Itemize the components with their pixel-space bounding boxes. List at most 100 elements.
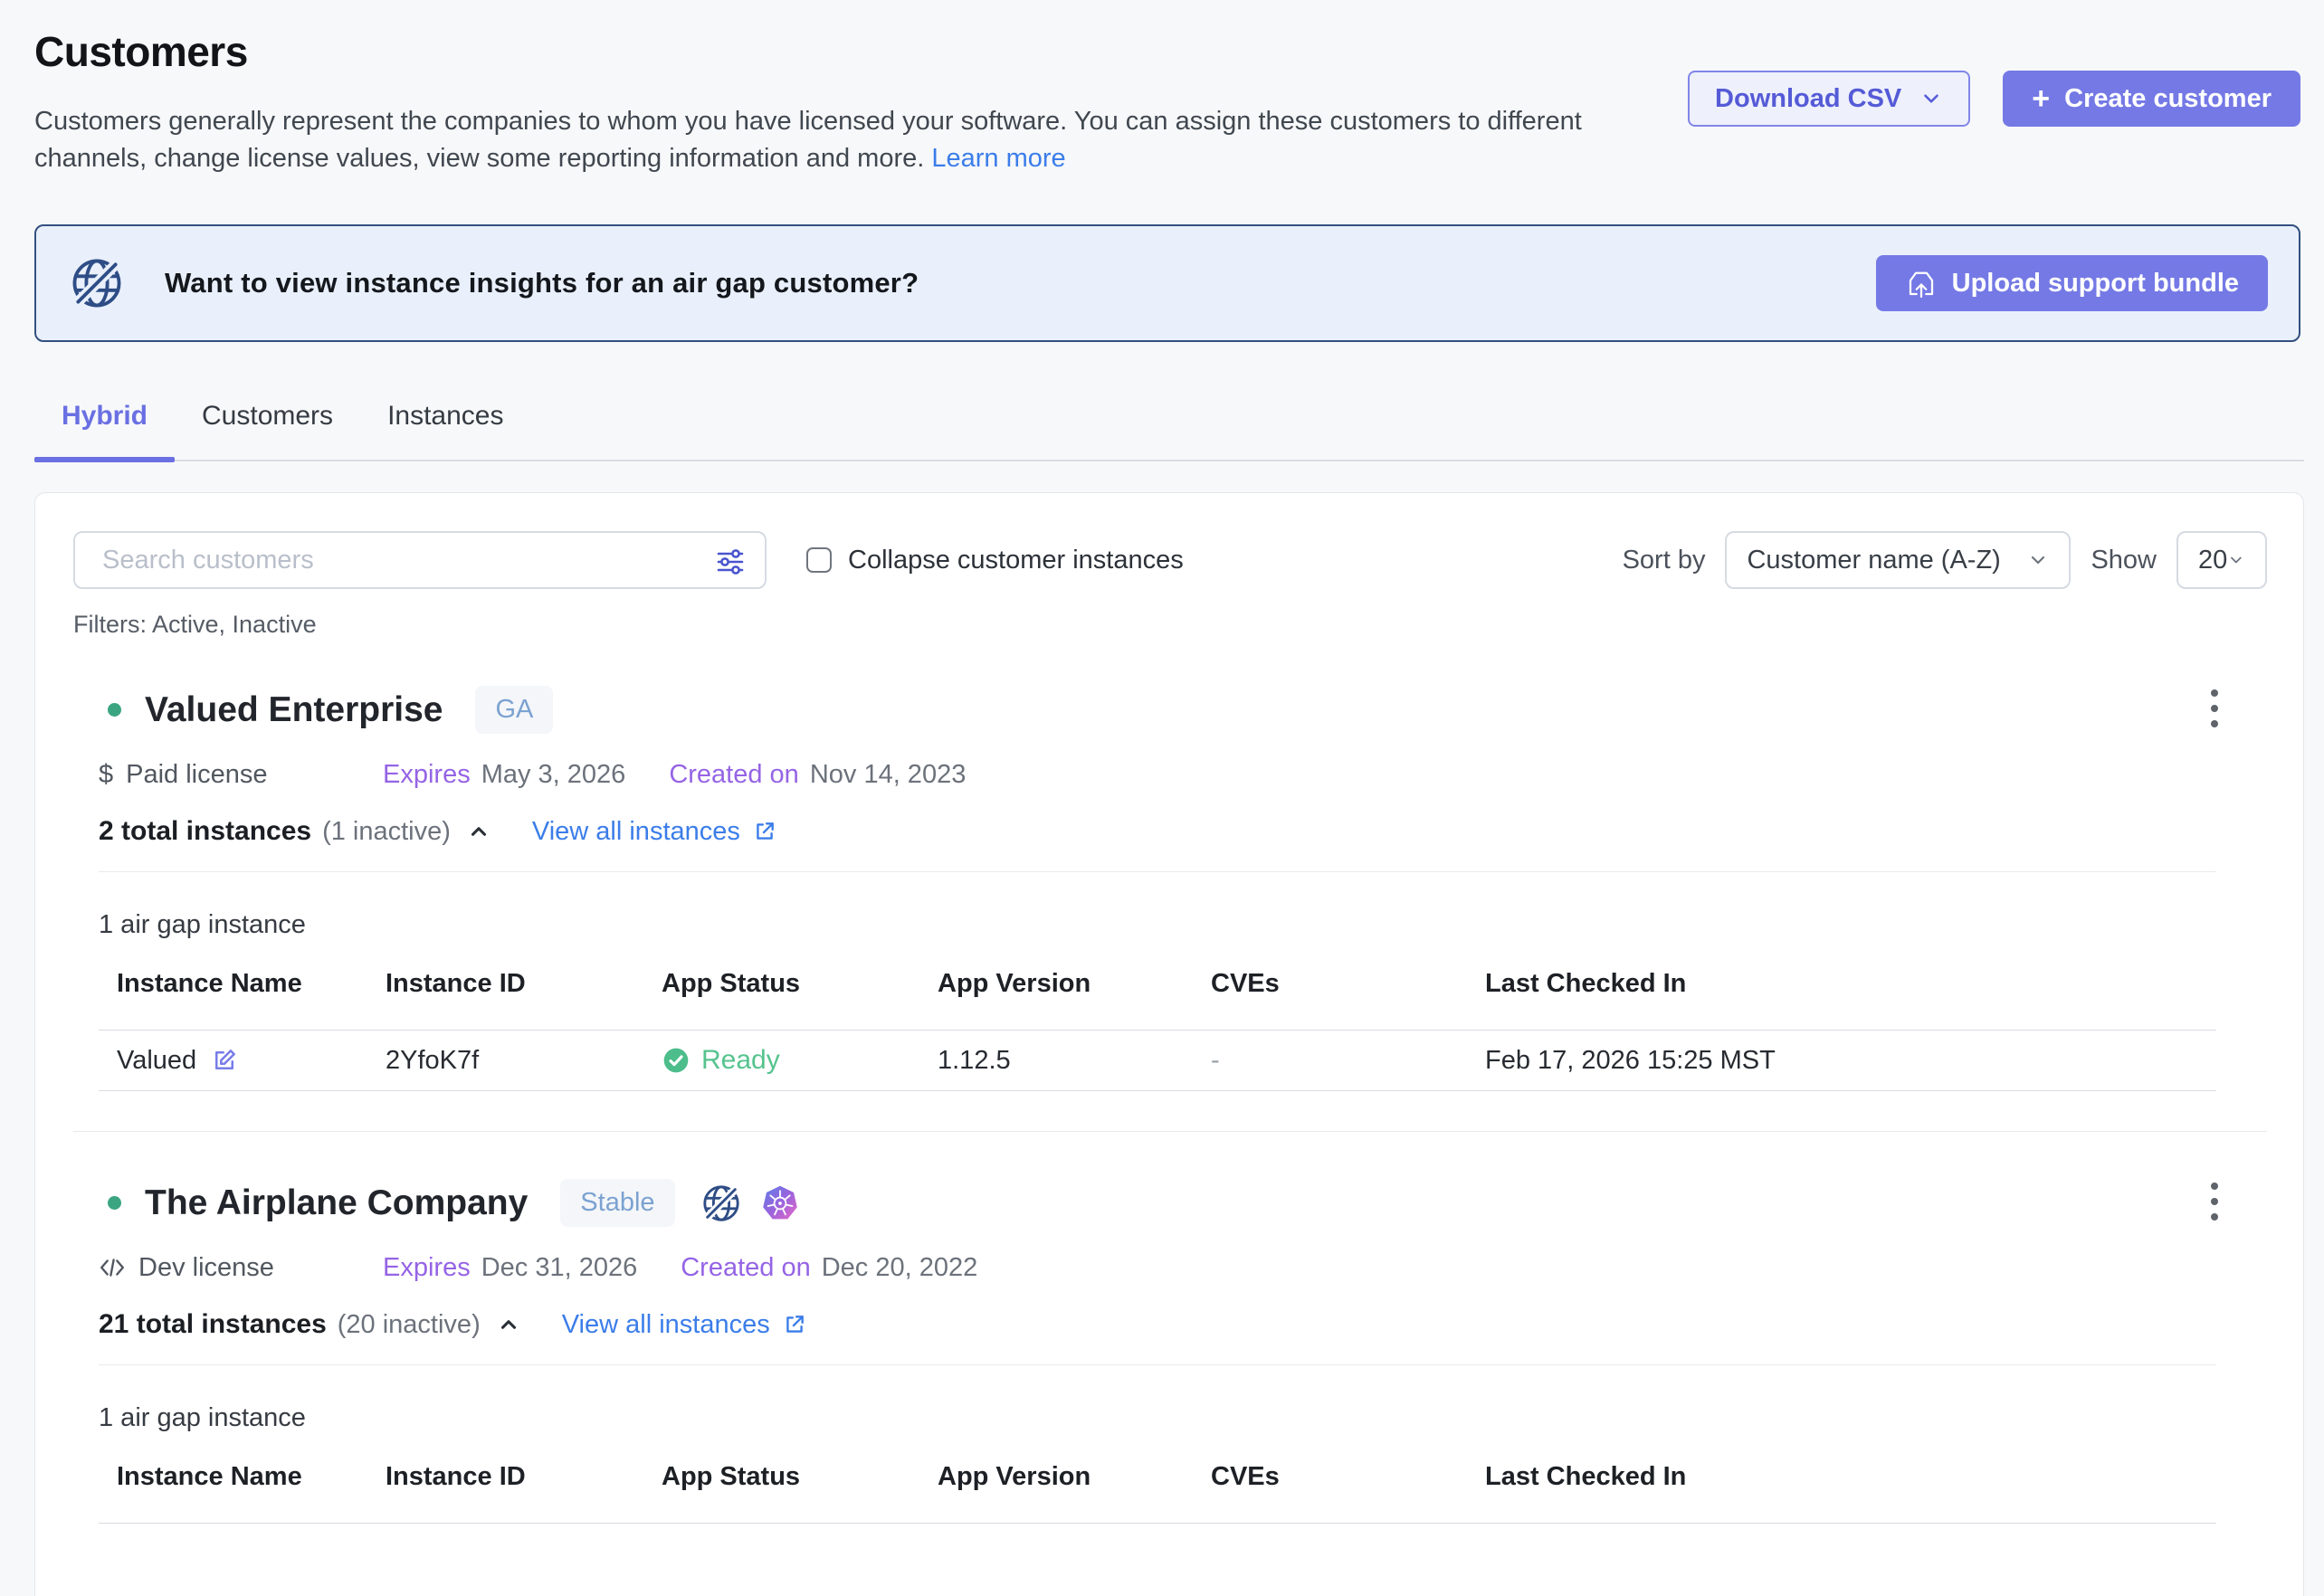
capability-icons [700,1183,800,1224]
last-checked-in: Feb 17, 2026 15:25 MST [1485,1046,2216,1076]
total-instances: 2 total instances [99,815,311,848]
airgap-instance-heading: 1 air gap instance [99,910,2267,940]
customers-card: Collapse customer instances Sort by Cust… [34,492,2304,1596]
created-value: Nov 14, 2023 [810,759,967,790]
air-gap-globe-icon [700,1183,742,1224]
license-type-label: Paid license [126,759,267,790]
airgap-instance-heading: 1 air gap instance [99,1403,2267,1433]
column-header-instance-name: Instance Name [117,1462,386,1492]
created-label: Created on [681,1252,811,1283]
filters-summary: Filters: Active, Inactive [73,611,2267,639]
tab-hybrid[interactable]: Hybrid [34,400,175,460]
created-group: Created on Nov 14, 2023 [669,759,966,790]
cves-value: - [1211,1046,1485,1076]
app-status-cell: Ready [662,1045,938,1076]
learn-more-link[interactable]: Learn more [931,144,1065,173]
table-header-row: Instance Name Instance ID App Status App… [99,969,2216,1030]
inactive-count: (1 inactive) [322,815,451,848]
expires-value: Dec 31, 2026 [481,1252,638,1283]
dollar-icon: $ [99,759,113,790]
show-label: Show [2091,546,2157,575]
customer-menu-button[interactable] [2202,1173,2227,1232]
instance-name-cell: Valued [117,1046,386,1076]
list-controls: Collapse customer instances Sort by Cust… [73,531,2267,589]
column-header-app-status: App Status [662,969,938,999]
app-version: 1.12.5 [938,1046,1211,1076]
instance-row: Valued 2YfoK7f Ready 1.12.5 - Feb 17, 20… [99,1030,2216,1091]
create-customer-label: Create customer [2064,84,2272,114]
sort-by-label: Sort by [1623,546,1706,575]
instance-name: Valued [117,1046,196,1076]
collapse-section-button[interactable] [465,818,492,845]
column-header-instance-name: Instance Name [117,969,386,999]
tab-instances[interactable]: Instances [360,400,530,460]
customer-name[interactable]: The Airplane Company [145,1179,528,1228]
customer-menu-button[interactable] [2202,680,2227,739]
view-all-instances-link[interactable]: View all instances [562,1308,806,1341]
instances-table: Instance Name Instance ID App Status App… [99,1462,2216,1524]
banner-title: Want to view instance insights for an ai… [165,267,919,299]
filter-sliders-icon[interactable] [714,546,747,578]
chevron-up-icon [497,1313,520,1336]
search-box [73,531,767,589]
external-link-icon [753,820,776,843]
customer-section-valued-enterprise: Valued Enterprise GA $ Paid license Expi… [73,680,2267,1091]
column-header-last-checked-in: Last Checked In [1485,969,2216,999]
license-type-label: Dev license [138,1252,274,1283]
created-value: Dec 20, 2022 [822,1252,978,1283]
collapse-section-button[interactable] [495,1311,522,1338]
channel-badge: Stable [560,1179,674,1227]
sort-select[interactable]: Customer name (A-Z) [1725,531,2071,589]
chevron-down-icon [2227,549,2245,571]
search-input[interactable] [75,546,765,575]
header-actions: Download CSV + Create customer [1688,71,2300,127]
chevron-up-icon [467,820,491,843]
table-header-row: Instance Name Instance ID App Status App… [99,1462,2216,1524]
code-icon [99,1256,126,1279]
view-all-instances-label: View all instances [532,815,740,848]
external-link-icon [783,1313,806,1336]
download-csv-button[interactable]: Download CSV [1688,71,1970,127]
page-description-text: Customers generally represent the compan… [34,107,1582,173]
show-select[interactable]: 20 [2176,531,2267,589]
instances-summary-row: 2 total instances (1 inactive) View all … [99,815,2267,848]
instances-summary-row: 21 total instances (20 inactive) View al… [99,1308,2267,1341]
page-header: Customers Customers generally represent … [0,0,2324,177]
sort-select-value: Customer name (A-Z) [1747,546,2000,575]
upload-support-bundle-button[interactable]: Upload support bundle [1876,255,2268,311]
customer-header-row: Valued Enterprise GA [99,680,2267,739]
customer-meta-row: $ Paid license Expires May 3, 2026 Creat… [99,759,2267,790]
create-customer-button[interactable]: + Create customer [2003,71,2300,127]
air-gap-globe-icon [69,255,125,311]
instances-table: Instance Name Instance ID App Status App… [99,969,2216,1091]
page-title: Customers [34,27,2300,76]
more-vertical-icon [2209,688,2220,729]
collapse-instances-checkbox[interactable] [806,547,832,573]
column-header-cves: CVEs [1211,1462,1485,1492]
download-csv-label: Download CSV [1715,84,1901,114]
column-header-app-version: App Version [938,1462,1211,1492]
expires-label: Expires [383,1252,471,1283]
license-type: $ Paid license [99,759,383,790]
view-all-instances-link[interactable]: View all instances [532,815,776,848]
chevron-down-icon [1919,87,1943,110]
column-header-last-checked-in: Last Checked In [1485,1462,2216,1492]
edit-icon[interactable] [211,1047,238,1074]
customer-name[interactable]: Valued Enterprise [145,686,443,735]
expires-label: Expires [383,759,471,790]
more-vertical-icon [2209,1181,2220,1222]
instance-id: 2YfoK7f [386,1046,662,1076]
kubernetes-icon [760,1183,800,1223]
expires-value: May 3, 2026 [481,759,626,790]
upload-bundle-icon [1905,267,1938,299]
divider [99,1364,2216,1365]
column-header-app-version: App Version [938,969,1211,999]
collapse-instances-label: Collapse customer instances [848,546,1184,575]
customer-header-row: The Airplane Company Stable [99,1173,2267,1232]
tab-customers[interactable]: Customers [175,400,360,460]
customer-meta-row: Dev license Expires Dec 31, 2026 Created… [99,1252,2267,1283]
created-group: Created on Dec 20, 2022 [681,1252,977,1283]
customer-section-airplane-company: The Airplane Company Stable [73,1173,2267,1524]
check-circle-icon [662,1046,691,1075]
section-divider [73,1131,2267,1132]
